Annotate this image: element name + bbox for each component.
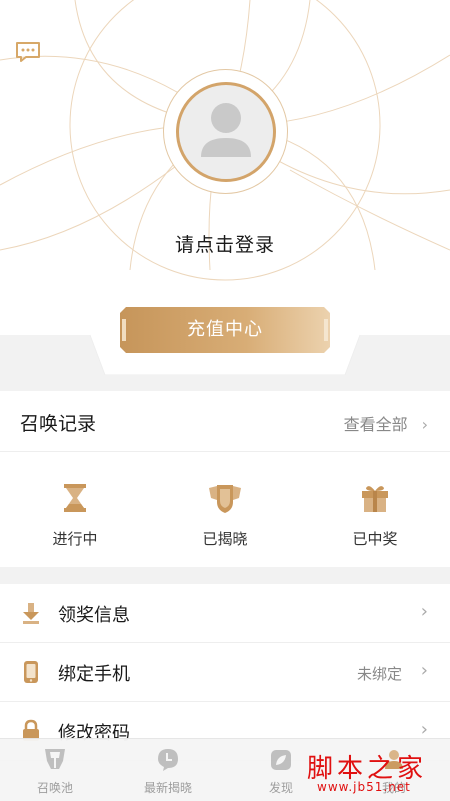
- default-user-icon: [201, 103, 251, 157]
- recharge-center-button[interactable]: 充值中心: [118, 305, 332, 355]
- status-won[interactable]: 已中奖: [300, 452, 450, 567]
- records-status-row: 进行中 已揭晓 已中奖: [0, 452, 450, 567]
- phone-icon: [24, 661, 38, 683]
- tab-label: 最新揭晓: [143, 781, 192, 795]
- gift-icon: [362, 486, 388, 512]
- menu-item-bind-phone[interactable]: 绑定手机 未绑定 ›: [0, 643, 450, 702]
- profile-header: 请点击登录 充值中心: [0, 0, 450, 375]
- avatar[interactable]: [176, 82, 276, 182]
- download-arrow-icon: [23, 603, 39, 624]
- status-in-progress[interactable]: 进行中: [0, 452, 150, 567]
- records-header: 召唤记录 查看全部 ›: [0, 391, 450, 452]
- message-icon[interactable]: [14, 40, 42, 64]
- chevron-right-icon: ›: [420, 601, 428, 622]
- status-label: 进行中: [52, 530, 98, 548]
- tab-summon-pool[interactable]: 召唤池: [10, 739, 100, 801]
- section-divider: [0, 567, 450, 584]
- hourglass-icon: [64, 484, 86, 512]
- view-all-link[interactable]: 查看全部 ›: [344, 411, 428, 435]
- records-title: 召唤记录: [20, 413, 97, 435]
- clock-bubble-icon: [158, 749, 178, 771]
- shield-badge-icon: [209, 485, 241, 513]
- watermark: 脚本之家 www.jb51.net: [307, 748, 442, 796]
- recharge-label: 充值中心: [187, 319, 263, 340]
- watermark-url: www.jb51.net: [317, 780, 411, 794]
- chevron-right-icon: ›: [421, 415, 428, 434]
- status-label: 已中奖: [352, 530, 398, 548]
- menu-label: 绑定手机: [58, 664, 130, 685]
- chevron-right-icon: ›: [420, 660, 428, 681]
- chevron-right-icon: ›: [420, 719, 428, 740]
- menu-value: 未绑定: [356, 665, 402, 683]
- leaf-compass-icon: [271, 750, 291, 770]
- tab-latest-revealed[interactable]: 最新揭晓: [123, 739, 213, 801]
- menu-label: 领奖信息: [58, 605, 130, 626]
- status-revealed[interactable]: 已揭晓: [150, 452, 300, 567]
- tab-label: 召唤池: [36, 781, 73, 795]
- view-all-label: 查看全部: [343, 415, 408, 434]
- menu-item-prize-info[interactable]: 领奖信息 ›: [0, 584, 450, 643]
- login-prompt[interactable]: 请点击登录: [0, 230, 450, 257]
- section-divider: [0, 375, 450, 391]
- transformer-logo-icon: [45, 749, 65, 769]
- status-label: 已揭晓: [202, 530, 248, 548]
